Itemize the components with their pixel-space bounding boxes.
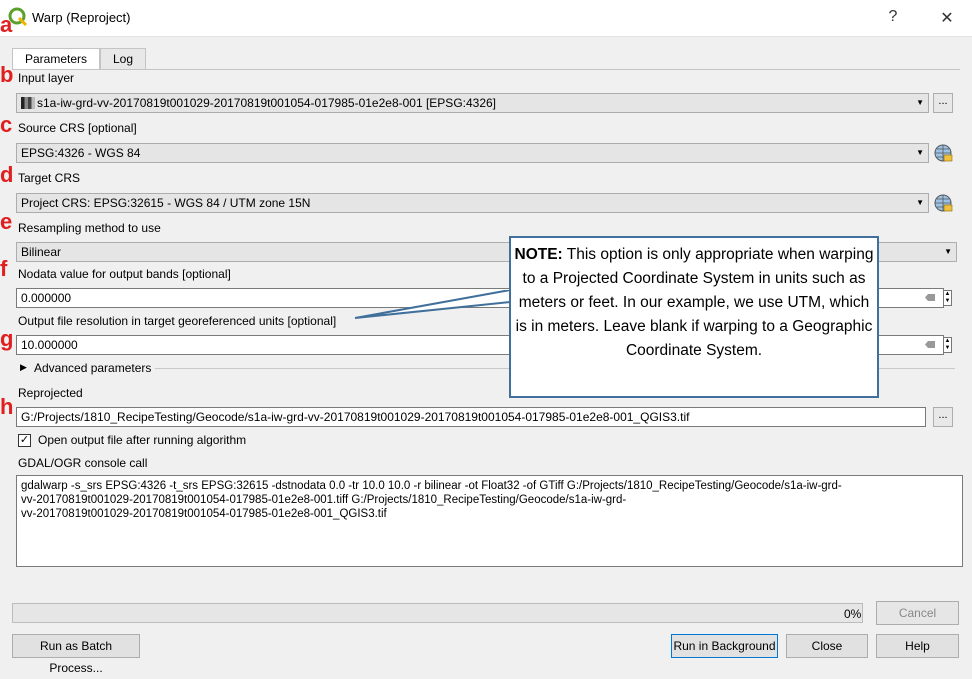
- cancel-button[interactable]: Cancel: [876, 601, 959, 625]
- help-button[interactable]: Help: [876, 634, 959, 658]
- note-pointer-line: [354, 290, 511, 319]
- source-crs-combo[interactable]: EPSG:4326 - WGS 84 ▼: [16, 143, 929, 163]
- select-crs-globe-icon[interactable]: [932, 142, 954, 164]
- resolution-label: Output file resolution in target georefe…: [18, 314, 337, 328]
- dropdown-arrow-icon: ▼: [916, 198, 924, 207]
- raster-layer-icon: [21, 97, 35, 109]
- resolution-spinner[interactable]: ▲ ▼: [943, 337, 952, 353]
- input-layer-combo[interactable]: s1a-iw-grd-vv-20170819t001029-20170819t0…: [16, 93, 929, 113]
- tab-log[interactable]: Log: [100, 48, 147, 70]
- expand-triangle-icon[interactable]: ▶: [20, 362, 27, 373]
- input-layer-label: Input layer: [18, 71, 75, 85]
- nodata-spinner[interactable]: ▲ ▼: [943, 290, 952, 306]
- open-output-label: Open output file after running algorithm: [38, 433, 247, 447]
- window-title: Warp (Reproject): [32, 10, 131, 25]
- help-title-button[interactable]: ?: [883, 8, 903, 26]
- console-label: GDAL/OGR console call: [18, 456, 148, 470]
- run-in-background-button[interactable]: Run in Background: [671, 634, 778, 658]
- input-layer-browse-button[interactable]: ...: [933, 93, 953, 113]
- annotation-letter-h: h: [0, 394, 14, 419]
- reprojected-output-input[interactable]: G:/Projects/1810_RecipeTesting/Geocode/s…: [16, 407, 926, 427]
- dropdown-arrow-icon: ▼: [916, 98, 924, 107]
- dropdown-arrow-icon: ▼: [916, 148, 924, 157]
- tab-parameters[interactable]: Parameters: [12, 48, 101, 71]
- progress-bar: [12, 603, 863, 623]
- note-text: This option is only appropriate when war…: [515, 246, 874, 359]
- source-crs-label: Source CRS [optional]: [18, 121, 137, 135]
- open-output-checkbox[interactable]: ✓: [18, 434, 31, 447]
- nodata-label: Nodata value for output bands [optional]: [18, 267, 231, 281]
- resampling-label: Resampling method to use: [18, 221, 161, 235]
- run-batch-button[interactable]: Run as Batch Process...: [12, 634, 140, 675]
- reprojected-label: Reprojected: [18, 386, 83, 400]
- target-crs-value: Project CRS: EPSG:32615 - WGS 84 / UTM z…: [21, 196, 311, 210]
- note-callout: NOTE: This option is only appropriate wh…: [509, 236, 879, 398]
- target-crs-label: Target CRS: [18, 171, 81, 185]
- annotation-letter-g: g: [0, 326, 14, 351]
- annotation-letter-c: c: [0, 112, 13, 137]
- dropdown-arrow-icon: ▼: [944, 247, 952, 256]
- progress-percent: 0%: [844, 607, 862, 621]
- source-crs-value: EPSG:4326 - WGS 84: [21, 146, 141, 160]
- target-crs-combo[interactable]: Project CRS: EPSG:32615 - WGS 84 / UTM z…: [16, 193, 929, 213]
- advanced-parameters-toggle[interactable]: Advanced parameters: [34, 361, 151, 375]
- console-call-text[interactable]: gdalwarp -s_srs EPSG:4326 -t_srs EPSG:32…: [16, 475, 963, 567]
- note-bold: NOTE:: [514, 246, 563, 263]
- title-bar: [0, 0, 972, 37]
- annotation-letter-a: a: [0, 12, 13, 37]
- select-crs-globe-icon[interactable]: [932, 192, 954, 214]
- resampling-value: Bilinear: [21, 245, 62, 259]
- annotation-letter-b: b: [0, 62, 14, 87]
- input-layer-value: s1a-iw-grd-vv-20170819t001029-20170819t0…: [37, 96, 497, 110]
- annotation-letter-e: e: [0, 209, 13, 234]
- annotation-letter-f: f: [0, 256, 8, 281]
- annotation-letter-d: d: [0, 162, 14, 187]
- close-window-button[interactable]: ✕: [937, 8, 957, 28]
- reprojected-browse-button[interactable]: ...: [933, 407, 953, 427]
- close-button[interactable]: Close: [786, 634, 868, 658]
